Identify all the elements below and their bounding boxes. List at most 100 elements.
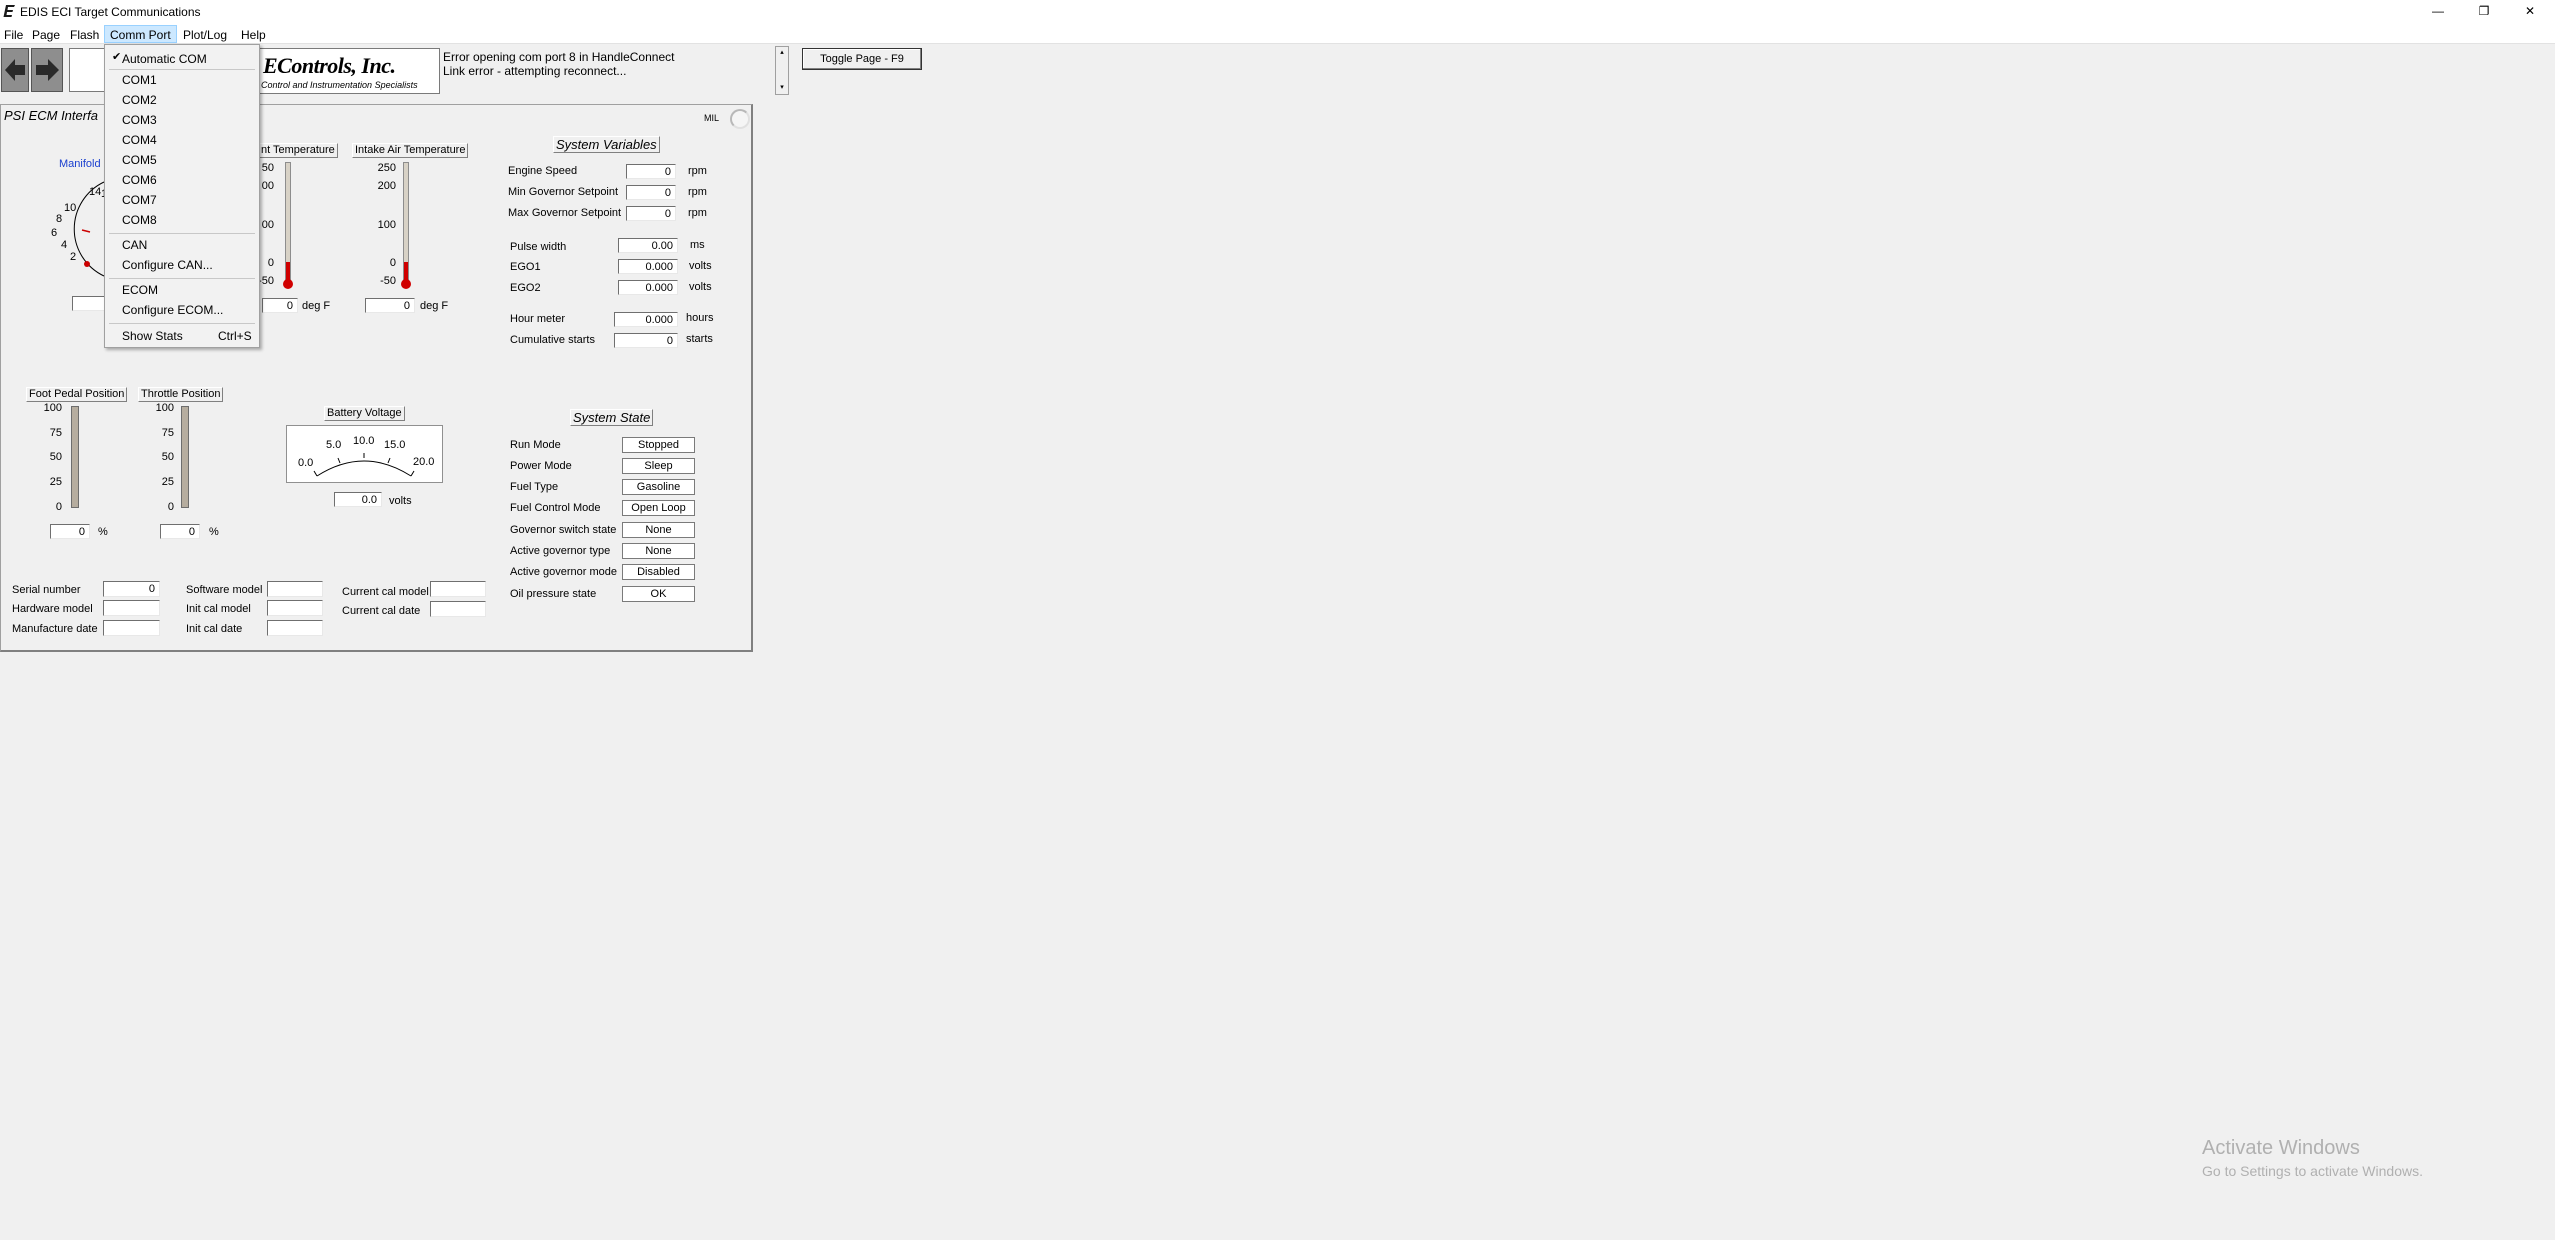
battery-tick-4: 20.0: [413, 456, 435, 468]
sv-value-pulse-width: 0.00: [618, 238, 678, 253]
throttle-title: Throttle Position: [138, 387, 224, 402]
throttle-value-field: 0: [160, 524, 200, 539]
manifold-tick-8: 8: [56, 213, 63, 225]
ss-value-run-mode: Stopped: [622, 437, 695, 453]
menu-item-com5[interactable]: COM5: [122, 154, 157, 166]
foot-pedal-bar: [71, 406, 79, 508]
menu-file[interactable]: File: [4, 29, 23, 41]
menu-item-com1[interactable]: COM1: [122, 74, 157, 86]
battery-tick-3: 15.0: [384, 439, 406, 451]
manifold-value-field: [72, 296, 106, 311]
manifold-tick-14: 14: [89, 186, 102, 198]
sv-label-ego1: EGO1: [510, 261, 541, 273]
mil-indicator: [730, 109, 750, 129]
forward-button[interactable]: [31, 48, 63, 92]
menu-help[interactable]: Help: [241, 29, 266, 41]
sv-label-max-governor: Max Governor Setpoint: [508, 207, 622, 219]
throttle-tick-2: 50: [161, 451, 174, 463]
toolbar-field: [69, 48, 105, 92]
menu-item-com4[interactable]: COM4: [122, 134, 157, 146]
battery-tick-2: 10.0: [353, 435, 375, 447]
throttle-tick-0: 100: [155, 402, 174, 414]
back-button[interactable]: [1, 48, 29, 92]
scroll-up-icon[interactable]: ▴: [777, 48, 787, 58]
foot-pedal-tick-1: 75: [49, 427, 62, 439]
sv-value-ego2: 0.000: [618, 280, 678, 295]
sv-label-cumulative-starts: Cumulative starts: [510, 334, 595, 346]
checkmark-icon: ✔: [112, 51, 122, 63]
sv-unit-min-governor: rpm: [688, 186, 707, 198]
ss-value-fuel-control-mode: Open Loop: [622, 500, 695, 516]
coolant-temp-title: nt Temperature: [258, 143, 338, 158]
init-cal-date-field: [267, 620, 323, 636]
foot-pedal-tick-2: 50: [49, 451, 62, 463]
sv-value-engine-speed: 0: [626, 164, 676, 179]
menu-item-com3[interactable]: COM3: [122, 114, 157, 126]
menu-item-automatic-com[interactable]: ✔ Automatic COM: [107, 49, 257, 67]
menu-item-ecom[interactable]: ECOM: [122, 284, 158, 296]
menu-item-com8[interactable]: COM8: [122, 214, 157, 226]
activate-windows-title: Activate Windows: [2202, 1137, 2360, 1159]
current-cal-date-label: Current cal date: [342, 605, 421, 617]
mil-label: MIL: [704, 113, 720, 123]
sv-unit-pulse-width: ms: [690, 239, 705, 251]
menu-item-can[interactable]: CAN: [122, 239, 147, 251]
manufacture-date-label: Manufacture date: [12, 623, 98, 635]
foot-pedal-tick-4: 0: [55, 501, 62, 513]
scroll-down-icon[interactable]: ▾: [777, 83, 787, 93]
menu-plot-log[interactable]: Plot/Log: [183, 29, 227, 41]
foot-pedal-tick-3: 25: [49, 476, 62, 488]
menu-item-show-stats[interactable]: Show Stats: [122, 330, 183, 342]
sv-value-max-governor: 0: [626, 206, 676, 221]
app-logo-e-icon: [3, 4, 15, 18]
close-button[interactable]: ✕: [2507, 0, 2553, 24]
menu-flash[interactable]: Flash: [70, 29, 99, 41]
battery-unit: volts: [389, 495, 412, 507]
sv-value-hour-meter: 0.000: [614, 312, 678, 327]
menu-comm-port-label: Comm Port: [110, 28, 171, 42]
status-line-2: Link error - attempting reconnect...: [443, 64, 627, 78]
menu-separator: [109, 278, 255, 279]
sv-unit-max-governor: rpm: [688, 207, 707, 219]
title-bar: EDIS ECI Target Communications — ❐ ✕: [0, 0, 2555, 24]
ss-value-power-mode: Sleep: [622, 458, 695, 474]
menu-comm-port[interactable]: Comm Port: [104, 25, 177, 43]
ss-value-governor-type: None: [622, 543, 695, 559]
ss-label-governor-mode: Active governor mode: [510, 566, 617, 578]
sv-label-hour-meter: Hour meter: [510, 313, 566, 325]
battery-tick-0: 0.0: [298, 457, 314, 469]
menu-page[interactable]: Page: [32, 29, 60, 41]
menu-item-configure-can[interactable]: Configure CAN...: [122, 259, 213, 271]
manifold-tick-10: 10: [64, 202, 77, 214]
toggle-page-button[interactable]: Toggle Page - F9: [802, 48, 922, 70]
show-stats-shortcut: Ctrl+S: [218, 329, 252, 343]
manifold-tick-4: 4: [61, 239, 68, 251]
status-line-1: Error opening com port 8 in HandleConnec…: [443, 50, 675, 64]
minimize-button[interactable]: —: [2415, 0, 2461, 24]
software-model-field: [267, 581, 323, 597]
foot-pedal-value-field: 0: [50, 524, 90, 539]
battery-value-field: 0.0: [334, 492, 382, 507]
ss-value-governor-mode: Disabled: [622, 564, 695, 580]
iat-title: Intake Air Temperature: [352, 143, 469, 158]
menu-item-automatic-com-label: Automatic COM: [122, 52, 207, 66]
throttle-tick-3: 25: [161, 476, 174, 488]
restore-button[interactable]: ❐: [2461, 0, 2507, 24]
menu-item-com7[interactable]: COM7: [122, 194, 157, 206]
status-scrollbar[interactable]: ▴ ▾: [775, 46, 789, 95]
throttle-tick-1: 75: [161, 427, 174, 439]
sv-unit-engine-speed: rpm: [688, 165, 707, 177]
logo-name: EControls, Inc.: [263, 53, 396, 78]
menu-item-com6[interactable]: COM6: [122, 174, 157, 186]
iat-tick-0: 250: [377, 162, 396, 174]
system-state-title: System State: [570, 409, 654, 426]
arrow-right-icon: [36, 59, 59, 81]
foot-pedal-title: Foot Pedal Position: [26, 387, 128, 402]
menu-item-com2[interactable]: COM2: [122, 94, 157, 106]
ss-label-power-mode: Power Mode: [510, 460, 572, 472]
app-window: EDIS ECI Target Communications — ❐ ✕ Fil…: [0, 0, 2555, 1240]
activate-windows-subtitle: Go to Settings to activate Windows.: [2202, 1163, 2423, 1179]
menu-item-configure-ecom[interactable]: Configure ECOM...: [122, 304, 223, 316]
iat-thermometer: [401, 162, 411, 292]
ss-label-governor-switch: Governor switch state: [510, 524, 617, 536]
